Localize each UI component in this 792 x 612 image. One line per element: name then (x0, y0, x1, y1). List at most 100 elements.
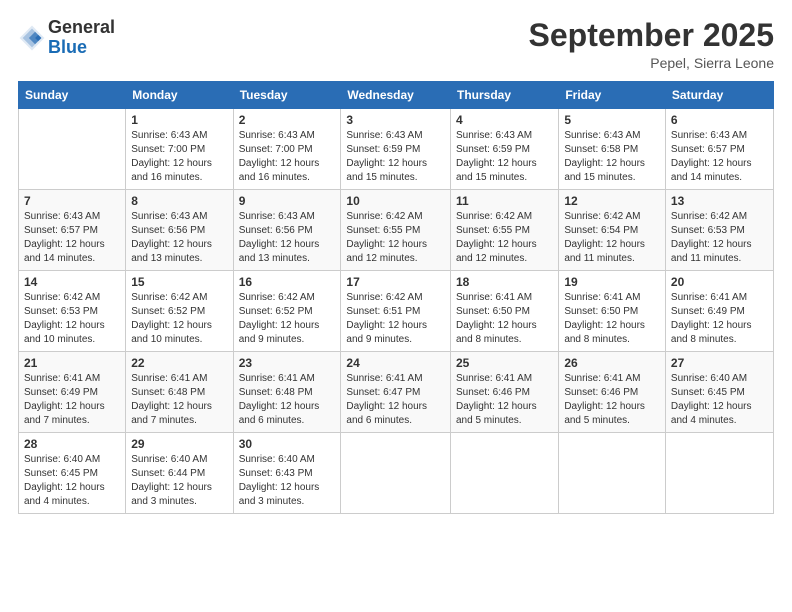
day-cell: 15Sunrise: 6:42 AMSunset: 6:52 PMDayligh… (126, 271, 233, 352)
day-number: 13 (671, 194, 768, 208)
day-info: Sunrise: 6:40 AMSunset: 6:43 PMDaylight:… (239, 453, 336, 509)
day-info: Sunrise: 6:43 AMSunset: 7:00 PMDaylight:… (239, 129, 336, 185)
day-info: Sunrise: 6:40 AMSunset: 6:44 PMDaylight:… (131, 453, 227, 509)
day-number: 6 (671, 113, 768, 127)
day-number: 5 (564, 113, 660, 127)
title-block: September 2025 Pepel, Sierra Leone (529, 18, 774, 71)
day-cell (450, 433, 558, 514)
day-cell: 13 Sunrise: 6:42 AMSunset: 6:53 PMDayligh… (665, 190, 773, 271)
day-cell: 7 Sunrise: 6:43 AMSunset: 6:57 PMDaylight… (19, 190, 126, 271)
week-row-1: 1 Sunrise: 6:43 AMSunset: 7:00 PMDaylight… (19, 109, 774, 190)
day-cell: 21Sunrise: 6:41 AMSunset: 6:49 PMDayligh… (19, 352, 126, 433)
col-thursday: Thursday (450, 82, 558, 109)
day-cell: 5 Sunrise: 6:43 AMSunset: 6:58 PMDaylight… (559, 109, 666, 190)
day-number: 16 (239, 275, 336, 289)
calendar-header: Sunday Monday Tuesday Wednesday Thursday… (19, 82, 774, 109)
week-row-2: 7 Sunrise: 6:43 AMSunset: 6:57 PMDaylight… (19, 190, 774, 271)
day-info: Sunrise: 6:42 AMSunset: 6:52 PMDaylight:… (239, 291, 336, 347)
day-info: Sunrise: 6:41 AMSunset: 6:47 PMDaylight:… (346, 372, 445, 428)
day-info: Sunrise: 6:41 AMSunset: 6:48 PMDaylight:… (131, 372, 227, 428)
day-info: Sunrise: 6:41 AMSunset: 6:50 PMDaylight:… (564, 291, 660, 347)
day-info: Sunrise: 6:43 AMSunset: 6:59 PMDaylight:… (456, 129, 553, 185)
day-cell (19, 109, 126, 190)
day-cell: 6 Sunrise: 6:43 AMSunset: 6:57 PMDaylight… (665, 109, 773, 190)
day-number: 25 (456, 356, 553, 370)
calendar-body: 1 Sunrise: 6:43 AMSunset: 7:00 PMDaylight… (19, 109, 774, 514)
col-friday: Friday (559, 82, 666, 109)
day-info: Sunrise: 6:43 AMSunset: 6:58 PMDaylight:… (564, 129, 660, 185)
page: General Blue September 2025 Pepel, Sierr… (0, 0, 792, 612)
day-info: Sunrise: 6:42 AMSunset: 6:53 PMDaylight:… (671, 210, 768, 266)
day-info: Sunrise: 6:42 AMSunset: 6:55 PMDaylight:… (456, 210, 553, 266)
day-info: Sunrise: 6:41 AMSunset: 6:46 PMDaylight:… (456, 372, 553, 428)
header-row: Sunday Monday Tuesday Wednesday Thursday… (19, 82, 774, 109)
day-info: Sunrise: 6:41 AMSunset: 6:46 PMDaylight:… (564, 372, 660, 428)
col-monday: Monday (126, 82, 233, 109)
day-info: Sunrise: 6:43 AMSunset: 6:56 PMDaylight:… (131, 210, 227, 266)
day-cell: 26 Sunrise: 6:41 AMSunset: 6:46 PMDayligh… (559, 352, 666, 433)
day-number: 27 (671, 356, 768, 370)
week-row-4: 21Sunrise: 6:41 AMSunset: 6:49 PMDayligh… (19, 352, 774, 433)
day-cell (665, 433, 773, 514)
day-number: 2 (239, 113, 336, 127)
day-cell: 3 Sunrise: 6:43 AMSunset: 6:59 PMDaylight… (341, 109, 451, 190)
col-wednesday: Wednesday (341, 82, 451, 109)
week-row-3: 14Sunrise: 6:42 AMSunset: 6:53 PMDayligh… (19, 271, 774, 352)
day-number: 7 (24, 194, 120, 208)
day-number: 26 (564, 356, 660, 370)
day-info: Sunrise: 6:42 AMSunset: 6:55 PMDaylight:… (346, 210, 445, 266)
day-info: Sunrise: 6:41 AMSunset: 6:49 PMDaylight:… (671, 291, 768, 347)
day-cell: 20 Sunrise: 6:41 AMSunset: 6:49 PMDayligh… (665, 271, 773, 352)
day-info: Sunrise: 6:43 AMSunset: 6:59 PMDaylight:… (346, 129, 445, 185)
location: Pepel, Sierra Leone (529, 55, 774, 71)
day-number: 19 (564, 275, 660, 289)
day-cell: 25 Sunrise: 6:41 AMSunset: 6:46 PMDayligh… (450, 352, 558, 433)
day-cell: 29 Sunrise: 6:40 AMSunset: 6:44 PMDayligh… (126, 433, 233, 514)
day-number: 3 (346, 113, 445, 127)
logo-general: General (48, 18, 115, 38)
day-number: 14 (24, 275, 120, 289)
day-cell: 27 Sunrise: 6:40 AMSunset: 6:45 PMDayligh… (665, 352, 773, 433)
day-number: 29 (131, 437, 227, 451)
day-info: Sunrise: 6:43 AMSunset: 6:56 PMDaylight:… (239, 210, 336, 266)
day-number: 30 (239, 437, 336, 451)
day-cell: 22 Sunrise: 6:41 AMSunset: 6:48 PMDayligh… (126, 352, 233, 433)
day-number: 9 (239, 194, 336, 208)
day-number: 1 (131, 113, 227, 127)
day-cell (559, 433, 666, 514)
day-info: Sunrise: 6:43 AMSunset: 6:57 PMDaylight:… (671, 129, 768, 185)
day-number: 20 (671, 275, 768, 289)
day-cell: 4 Sunrise: 6:43 AMSunset: 6:59 PMDaylight… (450, 109, 558, 190)
day-cell: 14Sunrise: 6:42 AMSunset: 6:53 PMDayligh… (19, 271, 126, 352)
week-row-5: 28Sunrise: 6:40 AMSunset: 6:45 PMDayligh… (19, 433, 774, 514)
day-number: 12 (564, 194, 660, 208)
day-cell: 30 Sunrise: 6:40 AMSunset: 6:43 PMDayligh… (233, 433, 341, 514)
day-number: 24 (346, 356, 445, 370)
day-cell: 12 Sunrise: 6:42 AMSunset: 6:54 PMDayligh… (559, 190, 666, 271)
day-cell: 23 Sunrise: 6:41 AMSunset: 6:48 PMDayligh… (233, 352, 341, 433)
day-number: 4 (456, 113, 553, 127)
day-info: Sunrise: 6:43 AMSunset: 6:57 PMDaylight:… (24, 210, 120, 266)
day-number: 18 (456, 275, 553, 289)
day-number: 8 (131, 194, 227, 208)
day-cell: 10 Sunrise: 6:42 AMSunset: 6:55 PMDayligh… (341, 190, 451, 271)
day-cell: 1Sunrise: 6:43 AMSunset: 7:00 PMDaylight… (126, 109, 233, 190)
day-info: Sunrise: 6:42 AMSunset: 6:54 PMDaylight:… (564, 210, 660, 266)
day-info: Sunrise: 6:42 AMSunset: 6:51 PMDaylight:… (346, 291, 445, 347)
day-info: Sunrise: 6:40 AMSunset: 6:45 PMDaylight:… (24, 453, 120, 509)
day-number: 10 (346, 194, 445, 208)
day-info: Sunrise: 6:40 AMSunset: 6:45 PMDaylight:… (671, 372, 768, 428)
day-number: 11 (456, 194, 553, 208)
day-cell: 19 Sunrise: 6:41 AMSunset: 6:50 PMDayligh… (559, 271, 666, 352)
day-cell: 17Sunrise: 6:42 AMSunset: 6:51 PMDayligh… (341, 271, 451, 352)
day-cell: 24 Sunrise: 6:41 AMSunset: 6:47 PMDayligh… (341, 352, 451, 433)
day-info: Sunrise: 6:41 AMSunset: 6:48 PMDaylight:… (239, 372, 336, 428)
logo-text: General Blue (48, 18, 115, 58)
day-cell: 16 Sunrise: 6:42 AMSunset: 6:52 PMDayligh… (233, 271, 341, 352)
day-number: 22 (131, 356, 227, 370)
day-cell: 2 Sunrise: 6:43 AMSunset: 7:00 PMDaylight… (233, 109, 341, 190)
day-info: Sunrise: 6:41 AMSunset: 6:50 PMDaylight:… (456, 291, 553, 347)
day-number: 23 (239, 356, 336, 370)
logo-blue: Blue (48, 38, 115, 58)
col-tuesday: Tuesday (233, 82, 341, 109)
